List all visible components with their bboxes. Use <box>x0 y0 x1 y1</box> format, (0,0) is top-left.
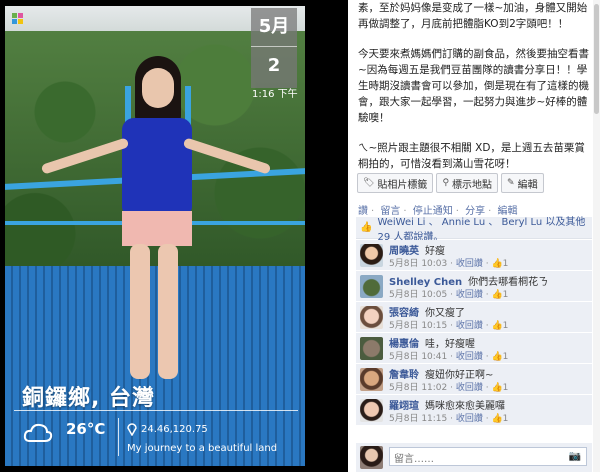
likes-text[interactable]: WeiWei Li 、 Annie Lu 、 Beryl Lu 以及其他 29 … <box>377 213 592 243</box>
date-month: 5月 <box>251 8 297 47</box>
divider <box>14 410 298 411</box>
avatar <box>360 446 383 469</box>
unlike-link[interactable]: 收回讚 <box>456 290 483 300</box>
avatar[interactable] <box>360 275 383 298</box>
comment-time[interactable]: 5月8日 11:02 <box>389 383 447 393</box>
post-panel: 素，至於妈妈像是变成了一樣~加油，身體又開始再做調整了，月底前把體脂KO到2字頭… <box>348 0 600 472</box>
post-paragraph: 素，至於妈妈像是变成了一樣~加油，身體又開始再做調整了，月底前把體脂KO到2字頭… <box>358 2 588 30</box>
unlike-link[interactable]: 收回讚 <box>456 352 483 362</box>
avatar[interactable] <box>360 337 383 360</box>
app-logo-icon <box>12 13 24 25</box>
thumbs-up-icon: 👍 <box>491 321 503 331</box>
unlike-link[interactable]: 收回讚 <box>456 321 483 331</box>
thumbs-up-icon: 👍 <box>491 383 503 393</box>
comment-like-count[interactable]: 1 <box>503 321 509 331</box>
unlike-link[interactable]: 收回讚 <box>456 414 483 424</box>
location-pin-icon <box>127 423 137 436</box>
comment-time[interactable]: 5月8日 10:03 <box>389 259 447 269</box>
cloud-icon <box>23 423 53 442</box>
date-day: 2 <box>267 55 281 76</box>
comment-like-count[interactable]: 1 <box>503 290 509 300</box>
divider <box>118 418 119 456</box>
post-paragraph: 今天要來煮媽媽們訂購的副食品，然後要抽空看書~因為每週五是我們豆苗團隊的讀書分享… <box>358 48 589 124</box>
photo-action-buttons: 🏷 貼相片標籤 ⚲ 標示地點 ✎ 編輯 <box>357 173 547 193</box>
location-pin-icon: ⚲ <box>442 178 450 188</box>
thumbs-up-icon: 👍 <box>491 290 503 300</box>
comment-input[interactable]: 留言…… 📷 <box>389 447 587 466</box>
unlike-link[interactable]: 收回讚 <box>456 259 483 269</box>
comment-like-count[interactable]: 1 <box>503 383 509 393</box>
avatar[interactable] <box>360 368 383 391</box>
woman-figure <box>40 56 272 386</box>
photo-time: 1:16 下午 <box>252 89 298 100</box>
avatar[interactable] <box>360 399 383 422</box>
comment-placeholder: 留言…… <box>394 454 434 465</box>
coordinates: 24.46,120.75 <box>141 424 208 435</box>
post-text: 素，至於妈妈像是变成了一樣~加油，身體又開始再做調整了，月底前把體脂KO到2字頭… <box>358 0 590 186</box>
date-badge: 5月 2 <box>251 8 297 88</box>
scrollbar-thumb[interactable] <box>594 4 599 114</box>
post-paragraph: ㄟ~照片跟主題很不相關 XD，是上週五去苗栗賞桐拍的，可惜沒看到滿山雪花呀！ <box>358 142 585 170</box>
gutter <box>305 0 348 472</box>
like-link[interactable]: 讚 <box>358 206 368 217</box>
comment-list: 周曉英 好瘦 5月8日 10:03 · 收回讚 · 👍1 Shelley Chen… <box>356 240 592 426</box>
unlike-link[interactable]: 收回讚 <box>456 383 483 393</box>
likes-summary: 👍 WeiWei Li 、 Annie Lu 、 Beryl Lu 以及其他 2… <box>356 217 592 243</box>
avatar[interactable] <box>360 244 383 267</box>
tag-photo-button[interactable]: 🏷 貼相片標籤 <box>357 173 434 193</box>
comment-time[interactable]: 5月8日 10:05 <box>389 290 447 300</box>
add-location-button[interactable]: ⚲ 標示地點 <box>436 173 499 193</box>
edit-button[interactable]: ✎ 編輯 <box>501 173 544 193</box>
thumbs-up-icon: 👍 <box>491 352 503 362</box>
comment-like-count[interactable]: 1 <box>503 352 509 362</box>
tag-icon: 🏷 <box>363 178 375 188</box>
comment-item: 周曉英 好瘦 5月8日 10:03 · 收回讚 · 👍1 <box>356 240 592 271</box>
temperature: 26°C <box>66 420 106 438</box>
camera-icon[interactable]: 📷 <box>569 451 581 462</box>
comment-item: 羅翊瑄 媽咪愈來愈美麗囉 5月8日 11:15 · 收回讚 · 👍1 <box>356 395 592 426</box>
thumbs-up-icon: 👍 <box>491 414 503 424</box>
comment-time[interactable]: 5月8日 10:15 <box>389 321 447 331</box>
avatar[interactable] <box>360 306 383 329</box>
pencil-icon: ✎ <box>507 178 515 188</box>
comment-composer: 留言…… 📷 <box>356 443 592 472</box>
comment-time[interactable]: 5月8日 11:15 <box>389 414 447 424</box>
comment-like-count[interactable]: 1 <box>503 259 509 269</box>
thumbs-up-icon: 👍 <box>360 222 373 233</box>
comment-item: Shelley Chen 你們去哪看桐花ㄋ 5月8日 10:05 · 收回讚 · … <box>356 271 592 302</box>
comment-item: 詹韋聆 瘦妞你好正啊~ 5月8日 11:02 · 收回讚 · 👍1 <box>356 364 592 395</box>
comment-item: 楊惠倫 哇，好瘦喔 5月8日 10:41 · 收回讚 · 👍1 <box>356 333 592 364</box>
comment-like-count[interactable]: 1 <box>503 414 509 424</box>
comment-item: 張容綺 你又瘦了 5月8日 10:15 · 收回讚 · 👍1 <box>356 302 592 333</box>
comment-time[interactable]: 5月8日 10:41 <box>389 352 447 362</box>
thumbs-up-icon: 👍 <box>491 259 503 269</box>
location-name: 銅鑼鄉, 台灣 <box>22 386 156 411</box>
tagline: My journey to a beautiful land <box>127 443 278 454</box>
